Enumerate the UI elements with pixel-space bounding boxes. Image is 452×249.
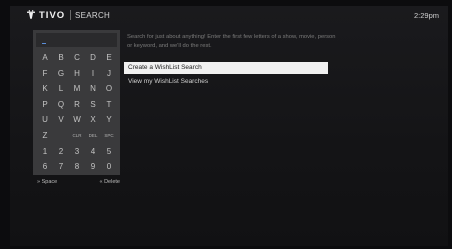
key-s[interactable]: S <box>85 99 101 111</box>
key-y[interactable]: Y <box>101 114 117 126</box>
header-bar: TIVO SEARCH 2:29pm <box>10 6 448 24</box>
key-n[interactable]: N <box>85 83 101 95</box>
search-screen: TIVO SEARCH 2:29pm ABCDE FGHIJ KLMNO PQRST U… <box>10 6 448 246</box>
key-del[interactable]: DEL <box>85 130 101 142</box>
key-4[interactable]: 4 <box>85 146 101 158</box>
key-c[interactable]: C <box>69 52 85 64</box>
key-8[interactable]: 8 <box>69 161 85 173</box>
clock: 2:29pm <box>413 11 439 20</box>
search-input[interactable] <box>36 33 117 47</box>
key-spc[interactable]: SPC <box>101 130 117 142</box>
key-u[interactable]: U <box>37 114 53 126</box>
text-cursor <box>42 43 46 44</box>
tv-screen: TIVO SEARCH 2:29pm ABCDE FGHIJ KLMNO PQRST U… <box>0 0 452 249</box>
key-9[interactable]: 9 <box>85 161 101 173</box>
tivo-antenna-icon <box>27 10 35 19</box>
search-instructions: Search for just about anything! Enter th… <box>127 34 336 49</box>
key-o[interactable]: O <box>101 83 117 95</box>
onscreen-keyboard: A B C D E F G H I J K L M N O P Q R S T U V W X Y Z CLR DEL SPC 1 2 3 4 5… <box>33 30 120 185</box>
create-wishlist-search-item[interactable]: Create a WishList Search <box>124 62 328 74</box>
key-t[interactable]: T <box>101 99 117 111</box>
key-v[interactable]: V <box>53 114 69 126</box>
key-a[interactable]: A <box>37 52 53 64</box>
key-k[interactable]: K <box>37 83 53 95</box>
key-e[interactable]: E <box>101 52 117 64</box>
key-b[interactable]: B <box>53 52 69 64</box>
key-6[interactable]: 6 <box>37 161 53 173</box>
key-0[interactable]: 0 <box>101 161 117 173</box>
header-divider <box>70 10 71 20</box>
key-w[interactable]: W <box>69 114 85 126</box>
key-d[interactable]: D <box>85 52 101 64</box>
key-h[interactable]: H <box>69 68 85 80</box>
key-5[interactable]: 5 <box>101 146 117 158</box>
key-2[interactable]: 2 <box>53 146 69 158</box>
tivo-logo: TIVO <box>26 9 66 21</box>
key-r[interactable]: R <box>69 99 85 111</box>
delete-hint: « Delete <box>99 179 121 185</box>
key-f[interactable]: F <box>37 68 53 80</box>
page-title: SEARCH <box>75 11 111 20</box>
key-q[interactable]: Q <box>53 99 69 111</box>
key-g[interactable]: G <box>53 68 69 80</box>
key-7[interactable]: 7 <box>53 161 69 173</box>
keyboard-hints: » Space « Delete <box>33 177 120 187</box>
key-p[interactable]: P <box>37 99 53 111</box>
key-i[interactable]: I <box>85 68 101 80</box>
key-z[interactable]: Z <box>37 130 53 142</box>
tivo-logo-text: TIVO <box>39 9 66 21</box>
key-x[interactable]: X <box>85 114 101 126</box>
key-1[interactable]: 1 <box>37 146 53 158</box>
view-wishlist-searches-item[interactable]: View my WishList Searches <box>128 76 328 88</box>
space-hint: » Space <box>37 179 58 185</box>
key-3[interactable]: 3 <box>69 146 85 158</box>
key-m[interactable]: M <box>69 83 85 95</box>
key-j[interactable]: J <box>101 68 117 80</box>
key-clr[interactable]: CLR <box>69 130 85 142</box>
key-l[interactable]: L <box>53 83 69 95</box>
